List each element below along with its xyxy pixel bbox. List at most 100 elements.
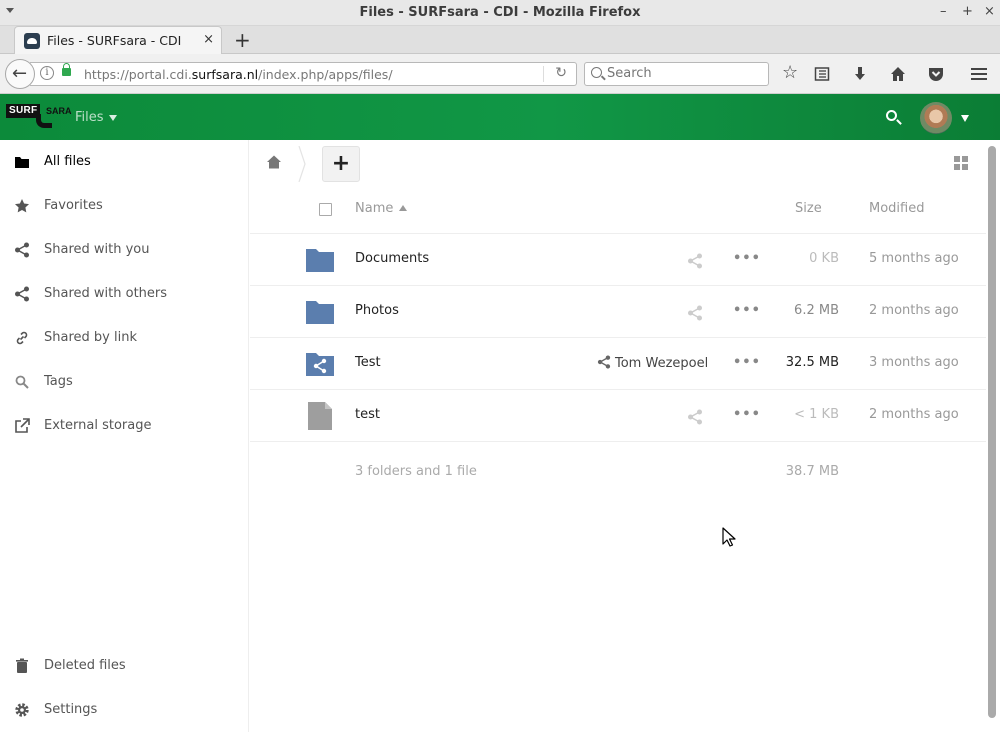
- share-icon[interactable]: [687, 253, 703, 269]
- file-name[interactable]: Test: [355, 355, 381, 370]
- more-actions-icon[interactable]: •••: [733, 407, 761, 422]
- sidebar-item-shared-with-others[interactable]: Shared with others: [0, 272, 249, 316]
- download-icon[interactable]: [852, 66, 868, 82]
- scrollbar-thumb[interactable]: [988, 146, 996, 718]
- maximize-button[interactable]: +: [962, 4, 973, 19]
- file-modified: 5 months ago: [869, 251, 959, 266]
- logo-swoosh-icon: [36, 114, 52, 128]
- column-name-header[interactable]: Name: [355, 201, 408, 216]
- search-input[interactable]: [607, 66, 762, 81]
- close-window-button[interactable]: ×: [984, 4, 995, 19]
- hamburger-menu-icon[interactable]: [970, 66, 988, 82]
- grid-cell: [962, 156, 968, 162]
- home-icon[interactable]: [890, 66, 906, 82]
- search-bar[interactable]: [584, 62, 769, 86]
- bookmark-star-icon[interactable]: ☆: [782, 62, 798, 83]
- breadcrumb-home-icon[interactable]: [266, 154, 282, 170]
- tag-search-icon: [15, 375, 29, 389]
- select-all-checkbox[interactable]: [319, 203, 332, 216]
- column-modified-header[interactable]: Modified: [869, 201, 924, 216]
- sidebar-item-shared-with-you[interactable]: Shared with you: [0, 228, 249, 272]
- more-actions-icon[interactable]: •••: [733, 251, 761, 266]
- sidebar-item-external-storage[interactable]: External storage: [0, 404, 249, 448]
- file-name[interactable]: Photos: [355, 303, 399, 318]
- mouse-cursor-icon: [722, 527, 736, 547]
- shared-by-name: Tom Wezepoel: [615, 356, 709, 371]
- files-main: + Name Size Modified Documents ••• 0 KB …: [250, 140, 986, 732]
- file-size: 32.5 MB: [785, 355, 839, 370]
- summary-size: 38.7 MB: [785, 464, 839, 479]
- minimize-button[interactable]: –: [940, 4, 947, 19]
- avatar[interactable]: [920, 102, 952, 134]
- sidebar-item-label: Shared by link: [44, 330, 137, 345]
- sort-ascending-icon: [399, 205, 408, 211]
- file-size: < 1 KB: [794, 407, 839, 422]
- user-menu-caret-icon[interactable]: [961, 115, 969, 122]
- share-icon[interactable]: [687, 409, 703, 425]
- url-text[interactable]: https://portal.cdi.surfsara.nl/index.php…: [84, 67, 393, 82]
- summary-count: 3 folders and 1 file: [355, 464, 477, 479]
- url-prefix: https://portal.cdi.: [84, 67, 192, 82]
- tab-close-icon[interactable]: ×: [203, 32, 214, 47]
- sidebar-item-label: Shared with you: [44, 242, 150, 257]
- tab-strip: Files - SURFsara - CDI × +: [0, 26, 1000, 54]
- table-row[interactable]: Documents ••• 0 KB 5 months ago: [250, 234, 986, 286]
- grid-view-icon[interactable]: [954, 156, 968, 170]
- sidebar-item-label: Settings: [44, 702, 98, 717]
- sidebar-item-deleted-files[interactable]: Deleted files: [0, 644, 249, 688]
- lock-icon: [62, 63, 71, 76]
- folder-icon: [306, 249, 334, 272]
- new-file-button[interactable]: +: [322, 146, 360, 182]
- cloud-favicon-icon: [24, 33, 40, 49]
- pocket-icon[interactable]: [928, 66, 944, 82]
- surfsara-logo[interactable]: SURF SARA: [6, 104, 72, 128]
- sidebar-item-settings[interactable]: Settings: [0, 688, 249, 732]
- reload-icon[interactable]: ↻: [555, 65, 567, 81]
- sidebar-item-tags[interactable]: Tags: [0, 360, 249, 404]
- navigation-toolbar: i https://portal.cdi.surfsara.nl/index.p…: [0, 54, 1000, 94]
- files-controls: +: [250, 140, 986, 188]
- file-modified: 2 months ago: [869, 303, 959, 318]
- sidebar: All files Favorites Shared with you Shar…: [0, 140, 249, 732]
- file-modified: 2 months ago: [869, 407, 959, 422]
- table-row[interactable]: Test Tom Wezepoel ••• 32.5 MB 3 months a…: [250, 338, 986, 390]
- file-name[interactable]: Documents: [355, 251, 429, 266]
- reading-list-icon[interactable]: [814, 66, 830, 82]
- column-name-label: Name: [355, 201, 394, 216]
- share-icon: [15, 242, 29, 258]
- sidebar-item-label: External storage: [44, 418, 152, 433]
- header-search-icon[interactable]: [886, 110, 897, 121]
- share-icon[interactable]: [687, 305, 703, 321]
- app-menu-label: Files: [75, 110, 104, 125]
- back-button[interactable]: ←: [5, 59, 35, 89]
- new-tab-button[interactable]: +: [234, 28, 251, 52]
- sidebar-item-label: All files: [44, 154, 91, 169]
- gear-icon: [15, 703, 29, 717]
- app-menu[interactable]: Files: [75, 110, 117, 125]
- sidebar-item-favorites[interactable]: Favorites: [0, 184, 249, 228]
- link-icon: [16, 331, 28, 345]
- more-actions-icon[interactable]: •••: [733, 355, 761, 370]
- column-size-header[interactable]: Size: [795, 201, 822, 216]
- grid-cell: [954, 156, 960, 162]
- share-icon: [15, 286, 29, 302]
- sidebar-item-all-files[interactable]: All files: [0, 140, 249, 184]
- grid-cell: [954, 164, 960, 170]
- folder-icon: [306, 301, 334, 324]
- browser-tab[interactable]: Files - SURFsara - CDI ×: [14, 26, 222, 54]
- sidebar-item-shared-by-link[interactable]: Shared by link: [0, 316, 249, 360]
- files-table-header: Name Size Modified: [250, 188, 986, 234]
- share-icon: [597, 355, 611, 369]
- url-bar[interactable]: i https://portal.cdi.surfsara.nl/index.p…: [30, 62, 577, 86]
- file-name[interactable]: test: [355, 407, 380, 422]
- grid-cell: [962, 164, 968, 170]
- search-icon: [591, 67, 602, 78]
- site-info-icon[interactable]: i: [40, 66, 54, 80]
- breadcrumb-separator: [298, 146, 306, 182]
- file-size: 0 KB: [809, 251, 839, 266]
- file-modified: 3 months ago: [869, 355, 959, 370]
- table-row[interactable]: Photos ••• 6.2 MB 2 months ago: [250, 286, 986, 338]
- table-row[interactable]: test ••• < 1 KB 2 months ago: [250, 390, 986, 442]
- more-actions-icon[interactable]: •••: [733, 303, 761, 318]
- shared-by-owner[interactable]: Tom Wezepoel: [597, 355, 708, 371]
